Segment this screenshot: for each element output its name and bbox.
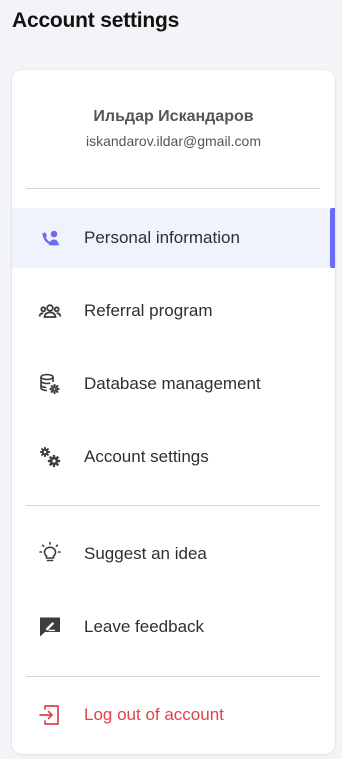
users-icon	[37, 298, 63, 324]
menu-item-database-management[interactable]: Database management	[12, 354, 335, 414]
menu-item-label: Database management	[84, 374, 261, 393]
menu-item-logout[interactable]: Log out of account	[12, 685, 335, 745]
logout-icon	[37, 702, 63, 728]
gears-icon	[37, 444, 63, 470]
menu-item-label: Suggest an idea	[84, 544, 207, 563]
menu-item-account-settings[interactable]: Account settings	[12, 427, 335, 487]
menu-item-label: Log out of account	[84, 705, 224, 724]
menu-item-referral-program[interactable]: Referral program	[12, 281, 335, 341]
feedback-icon	[37, 614, 63, 640]
profile-email: iskandarov.ildar@gmail.com	[85, 133, 261, 149]
person-icon	[37, 225, 63, 251]
page-title: Account settings	[12, 9, 180, 32]
menu-item-label: Referral program	[84, 301, 213, 320]
database-gear-icon	[37, 371, 63, 397]
lightbulb-icon	[37, 541, 63, 567]
active-indicator	[330, 208, 335, 268]
menu-item-suggest-idea[interactable]: Suggest an idea	[12, 524, 335, 584]
divider	[26, 188, 320, 189]
menu-item-leave-feedback[interactable]: Leave feedback	[12, 597, 335, 657]
menu-item-label: Account settings	[84, 447, 209, 466]
divider	[26, 505, 320, 506]
profile-header: Ильдар Искандаров iskandarov.ildar@gmail…	[12, 70, 335, 188]
divider	[26, 676, 320, 677]
profile-name: Ильдар Искандаров	[93, 108, 254, 125]
menu-item-label: Personal information	[84, 228, 240, 247]
account-menu-card: Ильдар Искандаров iskandarov.ildar@gmail…	[12, 70, 335, 754]
menu-item-label: Leave feedback	[84, 617, 205, 636]
menu-item-personal-information[interactable]: Personal information	[12, 208, 335, 268]
